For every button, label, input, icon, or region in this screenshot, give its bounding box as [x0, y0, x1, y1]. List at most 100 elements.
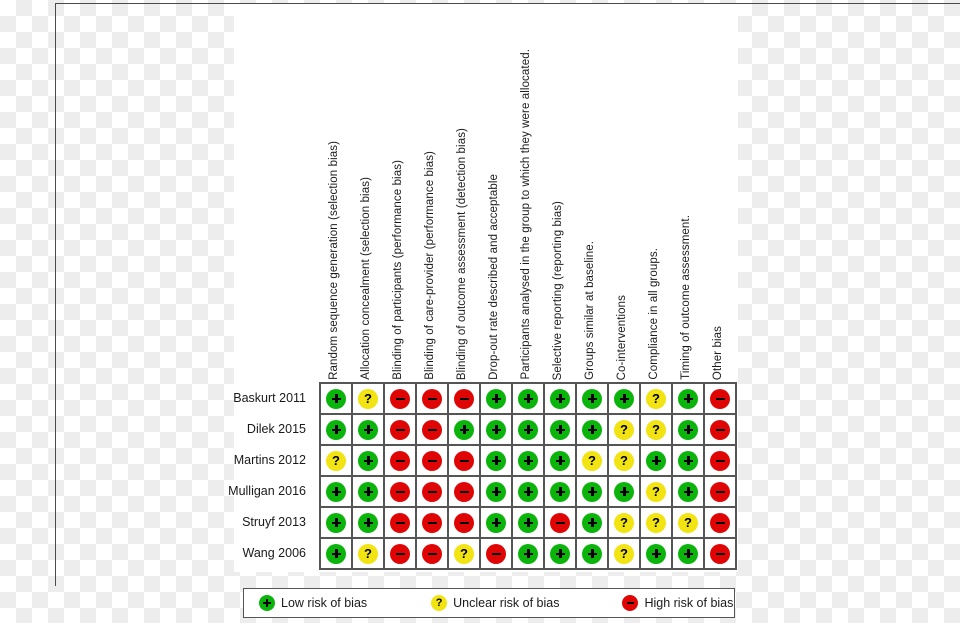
judgement-symbol-low: [678, 419, 698, 440]
high-glyph-icon: [395, 518, 405, 527]
table-row: ???: [321, 446, 737, 477]
domain-header-1: Allocation concealment (selection bias): [351, 8, 383, 380]
judgement-symbol-low-legend: [259, 595, 275, 611]
high-glyph-icon: [459, 456, 469, 465]
judgement-cell-r2-c11: [673, 446, 705, 477]
judgement-symbol-high: [454, 512, 474, 533]
high-glyph-icon: [395, 394, 405, 403]
low-glyph-icon: [523, 425, 533, 434]
judgement-symbol-unclear: ?: [326, 450, 346, 471]
judgement-symbol-low: [646, 543, 666, 564]
legend-item-low: Low risk of bias: [259, 595, 367, 611]
judgement-cell-r5-c2: [385, 539, 417, 570]
judgement-cell-r4-c3: [417, 508, 449, 539]
domain-header-3: Blinding of care-provider (performance b…: [415, 8, 447, 380]
judgement-cell-r3-c12: [705, 477, 737, 508]
unclear-glyph-icon: ?: [364, 546, 372, 561]
unclear-glyph-icon: ?: [620, 515, 628, 530]
judgement-symbol-unclear: ?: [454, 543, 474, 564]
judgement-cell-r5-c3: [417, 539, 449, 570]
judgement-cell-r1-c6: [513, 415, 545, 446]
domain-header-label: Other bias: [712, 325, 725, 380]
judgement-symbol-unclear: ?: [358, 543, 378, 564]
low-glyph-icon: [651, 456, 661, 465]
judgement-cell-r1-c4: [449, 415, 481, 446]
high-glyph-icon: [715, 425, 725, 434]
judgement-symbol-low: [678, 388, 698, 409]
judgement-symbol-low: [614, 481, 634, 502]
unclear-glyph-icon: ?: [652, 515, 660, 530]
judgement-symbol-low: [678, 450, 698, 471]
judgement-cell-r1-c5: [481, 415, 513, 446]
judgement-symbol-low: [486, 512, 506, 533]
domain-header-8: Groups similar at baseline.: [575, 8, 607, 380]
judgement-cell-r3-c0: [321, 477, 353, 508]
domain-header-label: Selective reporting (reporting bias): [552, 200, 565, 380]
low-glyph-icon: [363, 425, 373, 434]
domain-header-label: Drop-out rate described and acceptable: [488, 174, 501, 380]
domain-header-label: Co-interventions: [616, 294, 629, 380]
low-glyph-icon: [523, 456, 533, 465]
low-glyph-icon: [491, 394, 501, 403]
judgement-cell-r3-c8: [577, 477, 609, 508]
judgement-cell-r2-c4: [449, 446, 481, 477]
low-glyph-icon: [587, 394, 597, 403]
low-glyph-icon: [587, 487, 597, 496]
judgement-cell-r2-c10: [641, 446, 673, 477]
judgement-symbol-low: [486, 481, 506, 502]
judgement-symbol-low: [326, 512, 346, 533]
judgement-cell-r2-c7: [545, 446, 577, 477]
judgement-symbol-high: [486, 543, 506, 564]
unclear-glyph-icon: ?: [588, 453, 596, 468]
high-glyph-icon: [715, 394, 725, 403]
judgement-symbol-low: [486, 388, 506, 409]
judgement-symbol-low: [358, 512, 378, 533]
study-label-5: Wang 2006: [242, 545, 306, 560]
low-glyph-icon: [331, 518, 341, 527]
judgement-cell-r4-c5: [481, 508, 513, 539]
low-glyph-icon: [683, 394, 693, 403]
judgement-cell-r2-c12: [705, 446, 737, 477]
judgement-symbol-low: [550, 450, 570, 471]
judgement-symbol-high: [422, 543, 442, 564]
judgement-symbol-low: [582, 543, 602, 564]
table-row: ??: [321, 415, 737, 446]
risk-of-bias-grid: ??????????????: [319, 382, 737, 570]
legend-label-high: High risk of bias: [644, 596, 734, 610]
low-glyph-icon: [651, 549, 661, 558]
unclear-glyph-icon: ?: [332, 453, 340, 468]
judgement-symbol-unclear: ?: [646, 388, 666, 409]
judgement-cell-r5-c6: [513, 539, 545, 570]
domain-header-11: Timing of outcome assessment.: [671, 8, 703, 380]
low-glyph-icon: [555, 425, 565, 434]
low-glyph-icon: [331, 425, 341, 434]
figure-frame-left-border: [55, 3, 56, 586]
judgement-cell-r3-c2: [385, 477, 417, 508]
low-glyph-icon: [619, 394, 629, 403]
high-glyph-icon: [427, 518, 437, 527]
judgement-cell-r2-c1: [353, 446, 385, 477]
domain-column-headers: Random sequence generation (selection bi…: [319, 8, 735, 380]
judgement-cell-r5-c5: [481, 539, 513, 570]
study-label-2: Martins 2012: [233, 452, 306, 467]
low-glyph-icon: [331, 549, 341, 558]
judgement-cell-r4-c6: [513, 508, 545, 539]
low-glyph-icon: [587, 549, 597, 558]
judgement-symbol-unclear: ?: [646, 481, 666, 502]
judgement-symbol-unclear: ?: [582, 450, 602, 471]
judgement-symbol-low: [454, 419, 474, 440]
judgement-cell-r0-c1: ?: [353, 384, 385, 415]
judgement-symbol-low: [518, 450, 538, 471]
high-glyph-icon: [395, 487, 405, 496]
judgement-cell-r2-c9: ?: [609, 446, 641, 477]
judgement-cell-r5-c11: [673, 539, 705, 570]
judgement-symbol-unclear: ?: [614, 450, 634, 471]
high-glyph-icon: [715, 549, 725, 558]
low-glyph-icon: [523, 487, 533, 496]
judgement-symbol-unclear: ?: [614, 419, 634, 440]
judgement-symbol-low: [550, 481, 570, 502]
low-glyph-icon: [555, 394, 565, 403]
judgement-cell-r5-c10: [641, 539, 673, 570]
judgement-cell-r4-c1: [353, 508, 385, 539]
low-glyph-icon: [683, 487, 693, 496]
